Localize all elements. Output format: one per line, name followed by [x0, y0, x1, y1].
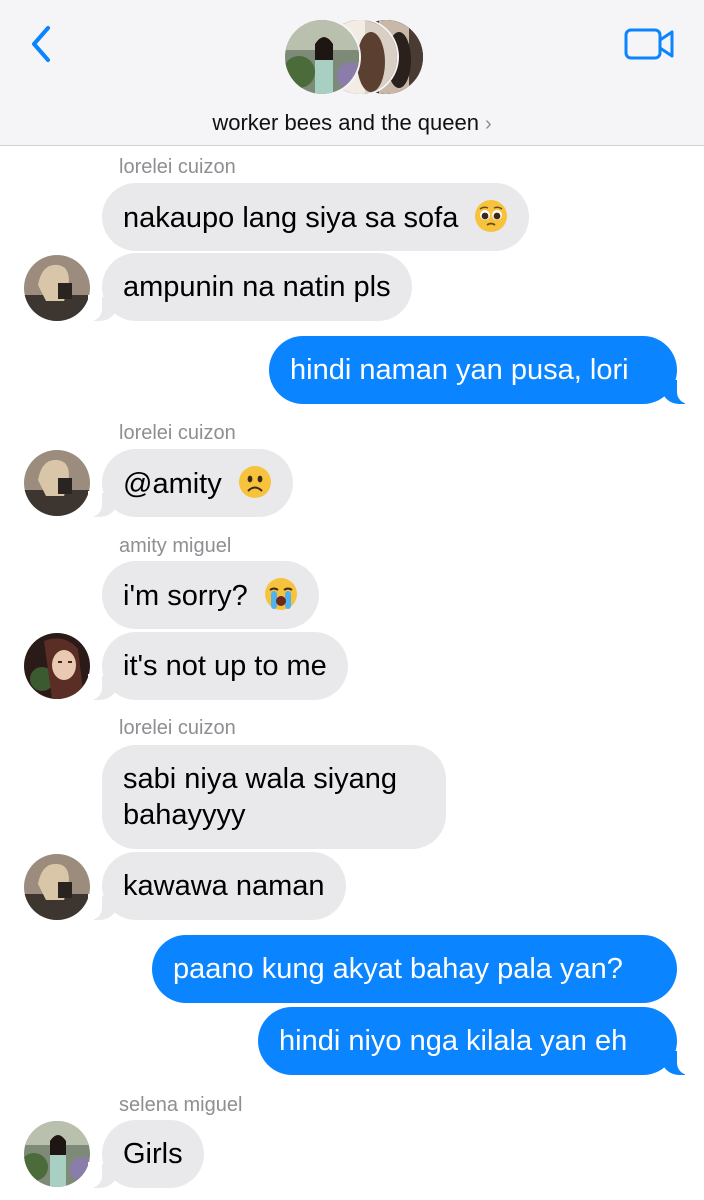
- message-text: nakaupo lang siya sa sofa: [123, 202, 459, 234]
- avatar-selena[interactable]: [24, 1121, 90, 1187]
- sender-name: lorelei cuizon: [119, 717, 236, 739]
- sender-name: amity miguel: [119, 535, 232, 557]
- message-text: hindi naman yan pusa, lori: [290, 354, 629, 386]
- outgoing-message[interactable]: paano kung akyat bahay pala yan?: [152, 935, 677, 1003]
- incoming-message[interactable]: ampunin na natin pls: [88, 253, 412, 321]
- sender-name: lorelei cuizon: [119, 156, 236, 178]
- message-text: Girls: [123, 1138, 183, 1170]
- outgoing-message[interactable]: hindi naman yan pusa, lori: [269, 336, 691, 404]
- video-camera-icon: [624, 28, 674, 60]
- incoming-message[interactable]: nakaupo lang siya sa sofa: [102, 183, 530, 251]
- incoming-message[interactable]: sabi niya wala siyang bahayyyy: [102, 745, 446, 849]
- group-title[interactable]: worker bees and the queen ›: [0, 110, 704, 136]
- loudly-crying-face-emoji-icon: [264, 578, 297, 610]
- group-avatars[interactable]: [283, 18, 425, 102]
- incoming-message[interactable]: @amity: [88, 449, 293, 517]
- frowning-face-emoji-icon: [238, 466, 271, 498]
- outgoing-message[interactable]: hindi niyo nga kilala yan eh: [258, 1007, 691, 1075]
- message-text-line-1: sabi niya wala siyang: [123, 763, 398, 795]
- avatar-lorelei[interactable]: [24, 450, 90, 516]
- incoming-message[interactable]: it's not up to me: [88, 632, 348, 700]
- message-text: hindi niyo nga kilala yan eh: [279, 1025, 628, 1057]
- group-name: worker bees and the queen: [212, 110, 479, 135]
- message-text-line-2: bahayyyy: [123, 799, 246, 831]
- sender-name: lorelei cuizon: [119, 422, 236, 444]
- pleading-face-emoji-icon: [475, 200, 508, 232]
- group-avatar-1: [283, 18, 361, 96]
- back-button[interactable]: [22, 22, 62, 66]
- message-text: kawawa naman: [123, 870, 325, 902]
- avatar-amity[interactable]: [24, 633, 90, 699]
- avatar-lorelei[interactable]: [24, 255, 90, 321]
- video-call-button[interactable]: [622, 24, 678, 64]
- message-text: it's not up to me: [123, 650, 327, 682]
- message-text: paano kung akyat bahay pala yan?: [173, 953, 623, 985]
- incoming-message[interactable]: i'm sorry?: [102, 561, 319, 629]
- message-text: @amity: [123, 468, 222, 500]
- sender-name: selena miguel: [119, 1094, 243, 1116]
- incoming-message[interactable]: Girls: [88, 1120, 204, 1188]
- message-text: i'm sorry?: [123, 580, 248, 612]
- incoming-message[interactable]: kawawa naman: [88, 852, 346, 920]
- chevron-left-icon: [32, 26, 50, 62]
- chevron-right-icon: ›: [484, 113, 492, 135]
- message-text: ampunin na natin pls: [123, 271, 391, 303]
- conversation-header: worker bees and the queen ›: [0, 0, 704, 146]
- avatar-lorelei[interactable]: [24, 854, 90, 920]
